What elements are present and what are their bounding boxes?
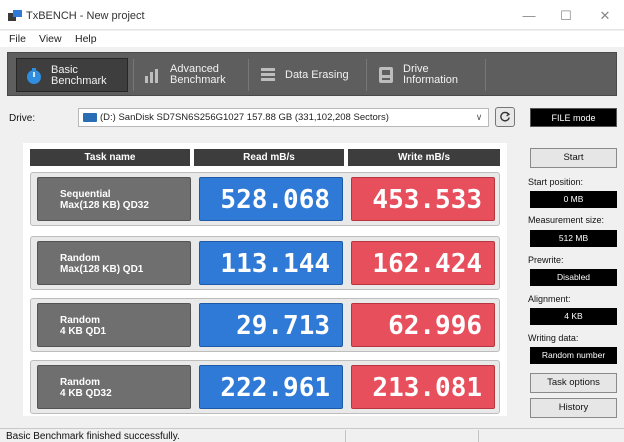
table-row: Sequential Max(128 KB) QD32 528.068 453.5… bbox=[30, 172, 500, 226]
read-result: 29.713 bbox=[199, 303, 343, 347]
table-row: Random 4 KB QD1 29.713 62.996 bbox=[30, 298, 500, 352]
drive-select[interactable]: (D:) SanDisk SD7SN6S256G1027 157.88 GB (… bbox=[78, 108, 489, 127]
writing-data-value[interactable]: Random number bbox=[530, 347, 617, 364]
basic-benchmark-tab[interactable]: Basic Benchmark bbox=[16, 58, 128, 92]
measurement-size-value[interactable]: 512 MB bbox=[530, 230, 617, 247]
drive-information-label: Drive Information bbox=[403, 63, 459, 86]
write-result: 162.424 bbox=[351, 241, 495, 285]
basic-benchmark-label: Basic Benchmark bbox=[51, 64, 107, 87]
writing-data-label: Writing data: bbox=[528, 333, 579, 343]
header-write: Write mB/s bbox=[348, 149, 500, 166]
table-row: Random 4 KB QD32 222.961 213.081 bbox=[30, 360, 500, 414]
start-position-value[interactable]: 0 MB bbox=[530, 191, 617, 208]
header-task-name: Task name bbox=[30, 149, 190, 166]
status-divider bbox=[478, 430, 479, 442]
window-title: TxBENCH - New project bbox=[26, 10, 145, 22]
status-text: Basic Benchmark finished successfully. bbox=[6, 431, 180, 442]
eraser-icon bbox=[261, 68, 275, 81]
advanced-benchmark-tab[interactable]: Advanced Benchmark bbox=[136, 58, 244, 92]
drive-information-tab[interactable]: Drive Information bbox=[369, 58, 481, 92]
menu-bar: File View Help bbox=[0, 31, 624, 47]
data-erasing-tab[interactable]: Data Erasing bbox=[251, 58, 363, 92]
task-random-128k-qd1-button[interactable]: Random Max(128 KB) QD1 bbox=[37, 241, 191, 285]
read-result: 222.961 bbox=[199, 365, 343, 409]
table-row: Random Max(128 KB) QD1 113.144 162.424 bbox=[30, 236, 500, 290]
data-erasing-label: Data Erasing bbox=[285, 69, 349, 81]
read-result: 113.144 bbox=[199, 241, 343, 285]
task-random-4k-qd32-button[interactable]: Random 4 KB QD32 bbox=[37, 365, 191, 409]
close-button[interactable]: ✕ bbox=[590, 7, 620, 25]
advanced-benchmark-label: Advanced Benchmark bbox=[170, 63, 226, 86]
task-options-button[interactable]: Task options bbox=[530, 373, 617, 393]
task-random-4k-qd1-button[interactable]: Random 4 KB QD1 bbox=[37, 303, 191, 347]
history-button[interactable]: History bbox=[530, 398, 617, 418]
prewrite-value[interactable]: Disabled bbox=[530, 269, 617, 286]
maximize-button[interactable]: ☐ bbox=[551, 7, 581, 25]
file-mode-button[interactable]: FILE mode bbox=[530, 108, 617, 127]
title-bar: TxBENCH - New project — ☐ ✕ bbox=[0, 0, 624, 30]
drive-label: Drive: bbox=[9, 113, 36, 124]
toolbar-divider bbox=[366, 59, 367, 91]
chevron-down-icon[interactable]: ∨ bbox=[472, 110, 486, 125]
prewrite-label: Prewrite: bbox=[528, 255, 564, 265]
stopwatch-icon bbox=[27, 68, 41, 84]
start-position-label: Start position: bbox=[528, 177, 584, 187]
drive-selected-value: (D:) SanDisk SD7SN6S256G1027 157.88 GB (… bbox=[100, 112, 389, 123]
menu-view[interactable]: View bbox=[39, 33, 62, 45]
app-icon bbox=[8, 10, 22, 21]
menu-file[interactable]: File bbox=[9, 33, 26, 45]
drive-icon bbox=[83, 113, 97, 122]
refresh-icon bbox=[500, 111, 511, 122]
measurement-size-label: Measurement size: bbox=[528, 215, 605, 225]
minimize-button[interactable]: — bbox=[514, 7, 544, 25]
task-sequential-qd32-button[interactable]: Sequential Max(128 KB) QD32 bbox=[37, 177, 191, 221]
toolbar: Basic Benchmark Advanced Benchmark Data Er… bbox=[7, 52, 617, 96]
write-result: 453.533 bbox=[351, 177, 495, 221]
write-result: 62.996 bbox=[351, 303, 495, 347]
status-divider bbox=[345, 430, 346, 442]
write-result: 213.081 bbox=[351, 365, 495, 409]
toolbar-divider bbox=[133, 59, 134, 91]
bar-chart-icon bbox=[145, 69, 158, 83]
status-bar: Basic Benchmark finished successfully. bbox=[0, 428, 624, 442]
toolbar-divider bbox=[248, 59, 249, 91]
drive-info-icon bbox=[379, 67, 393, 83]
header-read: Read mB/s bbox=[194, 149, 344, 166]
start-button[interactable]: Start bbox=[530, 148, 617, 168]
alignment-label: Alignment: bbox=[528, 294, 571, 304]
read-result: 528.068 bbox=[199, 177, 343, 221]
toolbar-divider bbox=[485, 59, 486, 91]
alignment-value[interactable]: 4 KB bbox=[530, 308, 617, 325]
menu-help[interactable]: Help bbox=[75, 33, 97, 45]
refresh-button[interactable] bbox=[495, 107, 515, 127]
